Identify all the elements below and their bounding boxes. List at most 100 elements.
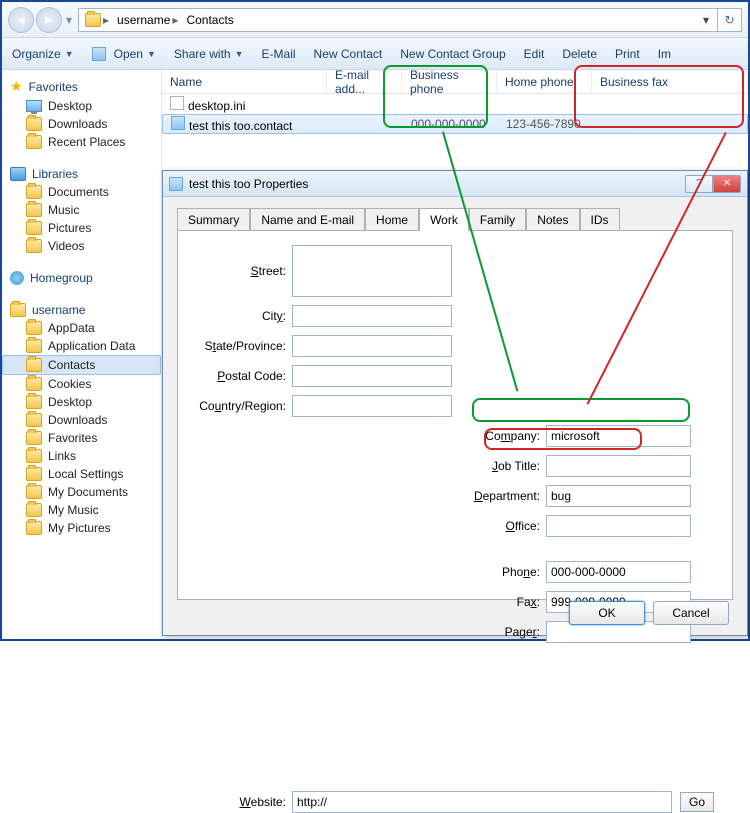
folder-icon [26,485,42,499]
new-contact-group-button[interactable]: New Contact Group [400,47,505,61]
folder-icon [26,467,42,481]
contact-icon [92,47,106,61]
desktop-icon [26,100,42,112]
street-input[interactable] [292,245,452,297]
tab-work[interactable]: Work [419,208,469,231]
folder-icon [26,395,42,409]
refresh-button[interactable]: ↻ [718,8,742,32]
folder-icon [26,521,42,535]
tree-item-videos[interactable]: Videos [2,237,161,255]
tab-notes[interactable]: Notes [526,208,579,231]
website-input[interactable] [292,791,672,813]
country-input[interactable] [292,395,452,417]
import-button[interactable]: Im [658,47,671,61]
column-business-fax[interactable]: Business fax [592,70,748,93]
breadcrumb-seg-username[interactable]: username [117,13,170,27]
tree-item-cookies[interactable]: Cookies [2,375,161,393]
folder-icon [26,203,42,217]
cell-business-phone: 000-000-0000 [403,117,498,131]
tree-item-localsettings[interactable]: Local Settings [2,465,161,483]
folder-icon [10,303,26,317]
folder-icon [26,321,42,335]
star-icon: ★ [10,78,23,95]
folder-icon [26,449,42,463]
label-state: State/Province: [196,339,292,353]
city-input[interactable] [292,305,452,327]
navigation-tree[interactable]: ★Favorites Desktop Downloads Recent Plac… [2,70,162,639]
file-row-contact[interactable]: test this too.contact 000-000-0000 123-4… [162,114,748,134]
jobtitle-input[interactable] [546,455,691,477]
office-input[interactable] [546,515,691,537]
label-department: Department: [464,489,546,503]
postal-input[interactable] [292,365,452,387]
nav-forward-button[interactable]: ► [36,7,62,33]
dialog-close-button[interactable]: ✕ [713,175,741,193]
go-button[interactable]: Go [680,792,714,812]
tree-item-downloads2[interactable]: Downloads [2,411,161,429]
tree-libraries-heading[interactable]: Libraries [2,165,161,183]
tab-summary[interactable]: Summary [177,208,250,231]
tree-homegroup-heading[interactable]: Homegroup [2,269,161,287]
tree-item-pictures[interactable]: Pictures [2,219,161,237]
file-row-desktop-ini[interactable]: desktop.ini [162,94,748,114]
column-business-phone[interactable]: Business phone [402,70,497,93]
properties-dialog: test this too Properties ? ✕ Summary Nam… [162,170,748,636]
label-postal: Postal Code: [196,369,292,383]
libraries-icon [10,167,26,181]
nav-back-button[interactable]: ◄ [8,7,34,33]
open-menu[interactable]: Open▼ [92,47,156,61]
tree-item-recent[interactable]: Recent Places [2,133,161,151]
breadcrumb-seg-contacts[interactable]: Contacts [186,13,233,27]
nav-history-chevron-icon[interactable]: ▾ [66,9,78,31]
organize-menu[interactable]: Organize▼ [12,47,74,61]
address-dropdown-icon[interactable]: ▾ [697,13,715,27]
tree-favorites-heading[interactable]: ★Favorites [2,76,161,97]
contact-icon [171,116,185,130]
tree-item-desktop[interactable]: Desktop [2,97,161,115]
column-name[interactable]: Name [162,70,327,93]
tree-item-contacts[interactable]: Contacts [2,355,161,375]
tree-item-music[interactable]: Music [2,201,161,219]
cancel-button[interactable]: Cancel [653,601,729,625]
column-home-phone[interactable]: Home phone [497,70,592,93]
tree-item-appdata[interactable]: AppData [2,319,161,337]
new-contact-button[interactable]: New Contact [314,47,383,61]
tree-item-favorites[interactable]: Favorites [2,429,161,447]
label-street: Street: [196,264,292,278]
column-email[interactable]: E-mail add... [327,70,402,93]
ok-button[interactable]: OK [569,601,645,625]
folder-icon [26,239,42,253]
file-icon [170,96,184,110]
share-menu[interactable]: Share with▼ [174,47,244,61]
edit-button[interactable]: Edit [524,47,545,61]
label-city: City: [196,309,292,323]
tree-item-desktop2[interactable]: Desktop [2,393,161,411]
tree-item-downloads[interactable]: Downloads [2,115,161,133]
folder-icon [26,339,42,353]
tree-item-mydocuments[interactable]: My Documents [2,483,161,501]
tree-item-links[interactable]: Links [2,447,161,465]
tab-home[interactable]: Home [365,208,419,231]
company-input[interactable] [546,425,691,447]
label-website: Website: [196,795,292,809]
folder-icon [26,135,42,149]
print-button[interactable]: Print [615,47,640,61]
label-phone: Phone: [464,565,546,579]
tree-item-documents[interactable]: Documents [2,183,161,201]
label-fax: Fax: [464,595,546,609]
tab-name-email[interactable]: Name and E-mail [250,208,365,231]
tree-item-mypictures[interactable]: My Pictures [2,519,161,537]
delete-button[interactable]: Delete [562,47,597,61]
tree-item-applicationdata[interactable]: Application Data [2,337,161,355]
state-input[interactable] [292,335,452,357]
phone-input[interactable] [546,561,691,583]
tab-family[interactable]: Family [469,208,526,231]
dialog-title: test this too Properties [189,177,685,191]
tree-item-mymusic[interactable]: My Music [2,501,161,519]
tab-ids[interactable]: IDs [580,208,620,231]
email-button[interactable]: E-Mail [262,47,296,61]
dialog-help-button[interactable]: ? [685,175,713,193]
department-input[interactable] [546,485,691,507]
tree-userfolder-heading[interactable]: username [2,301,161,319]
address-bar[interactable]: ▸ username▸ Contacts ▾ [78,8,718,32]
